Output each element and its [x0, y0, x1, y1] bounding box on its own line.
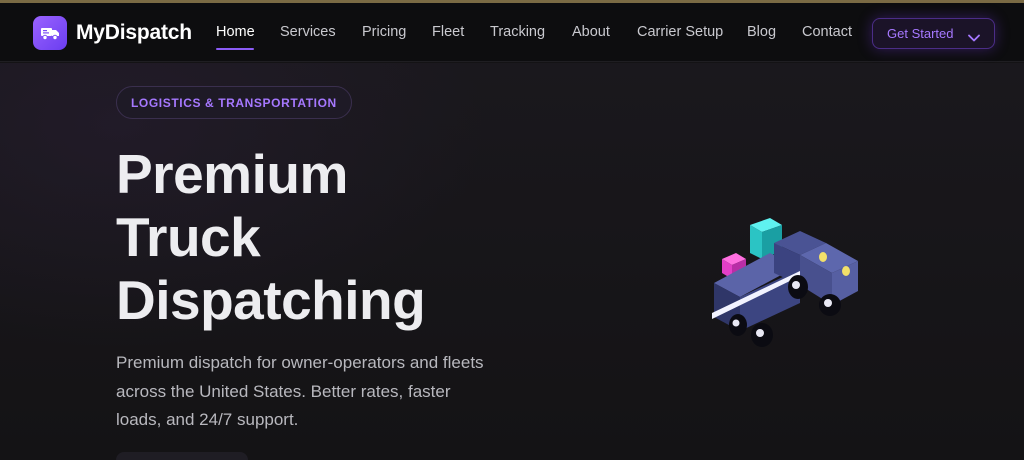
- nav-home[interactable]: Home: [216, 24, 255, 40]
- nav-services[interactable]: Services: [280, 24, 336, 40]
- nav-tracking[interactable]: Tracking: [490, 24, 545, 40]
- category-badge-label: LOGISTICS & TRANSPORTATION: [131, 95, 337, 110]
- get-started-label: Get Started: [887, 26, 954, 41]
- nav-about[interactable]: About: [572, 24, 610, 40]
- hero-headline: Premium Truck Dispatching: [116, 143, 536, 332]
- active-nav-indicator: [216, 48, 254, 50]
- headline-line-1: Premium: [116, 143, 348, 205]
- nav-blog[interactable]: Blog: [747, 24, 776, 40]
- brand-name: MyDispatch: [76, 21, 192, 44]
- category-badge: LOGISTICS & TRANSPORTATION: [116, 86, 352, 119]
- navbar: MyDispatch Home Services Pricing Fleet T…: [0, 3, 1024, 62]
- hero-section: LOGISTICS & TRANSPORTATION Premium Truck…: [0, 63, 1024, 460]
- nav-pricing[interactable]: Pricing: [362, 24, 406, 40]
- hero-button-partial[interactable]: [116, 452, 248, 460]
- nav-carrier-setup[interactable]: Carrier Setup: [637, 24, 723, 40]
- nav-contact[interactable]: Contact: [802, 24, 852, 40]
- truck-icon: [33, 16, 67, 50]
- hero-description: Premium dispatch for owner-operators and…: [116, 353, 484, 429]
- headline-line-2: Truck: [116, 206, 261, 268]
- chevron-down-icon: [968, 29, 980, 47]
- brand-logo[interactable]: MyDispatch: [33, 16, 192, 50]
- headline-line-3: Dispatching: [116, 269, 426, 331]
- get-started-button[interactable]: Get Started: [872, 18, 995, 49]
- nav-fleet[interactable]: Fleet: [432, 24, 464, 40]
- isometric-truck-illustration: [712, 218, 858, 347]
